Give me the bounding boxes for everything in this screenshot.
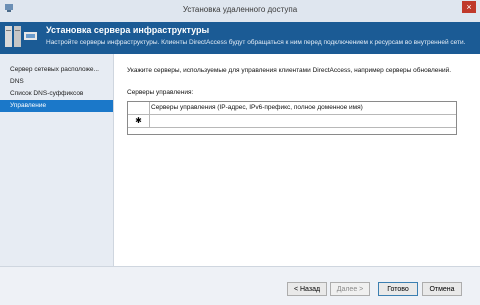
back-button[interactable]: < Назад <box>287 282 327 296</box>
column-header[interactable]: Серверы управления (IP-адрес, IPv6-префи… <box>151 102 363 114</box>
window-title: Установка удаленного доступа <box>182 5 298 14</box>
finish-button[interactable]: Готово <box>378 282 418 296</box>
button-bar: < Назад Далее > Готово Отмена <box>0 266 480 305</box>
grid-label: Серверы управления: <box>127 89 194 96</box>
grid-corner <box>128 102 150 114</box>
page-subtitle: Настройте серверы инфраструктуры. Клиент… <box>46 39 466 46</box>
next-button[interactable]: Далее > <box>330 282 370 296</box>
step-network-location[interactable]: Сервер сетевых расположе... <box>0 64 113 76</box>
new-row-icon: ✱ <box>128 115 150 127</box>
description: Укажите серверы, используемые для управл… <box>127 67 452 74</box>
step-management[interactable]: Управление <box>0 100 113 112</box>
grid-new-row[interactable]: ✱ <box>128 115 456 128</box>
cancel-button[interactable]: Отмена <box>422 282 462 296</box>
page-title: Установка сервера инфраструктуры <box>46 25 210 35</box>
step-dns-suffix-list[interactable]: Список DNS-суффиксов <box>0 88 113 100</box>
title-bar: Установка удаленного доступа × <box>0 0 480 22</box>
main-panel: Укажите серверы, используемые для управл… <box>114 54 480 266</box>
wizard-steps: Сервер сетевых расположе... DNS Список D… <box>0 54 114 266</box>
grid-header-row: Серверы управления (IP-адрес, IPv6-префи… <box>128 102 456 115</box>
wizard-header: Установка сервера инфраструктуры Настрой… <box>0 22 480 54</box>
management-servers-grid[interactable]: Серверы управления (IP-адрес, IPv6-префи… <box>127 101 457 135</box>
step-dns[interactable]: DNS <box>0 76 113 88</box>
server-infrastructure-icon <box>5 26 37 47</box>
close-button[interactable]: × <box>462 1 476 13</box>
